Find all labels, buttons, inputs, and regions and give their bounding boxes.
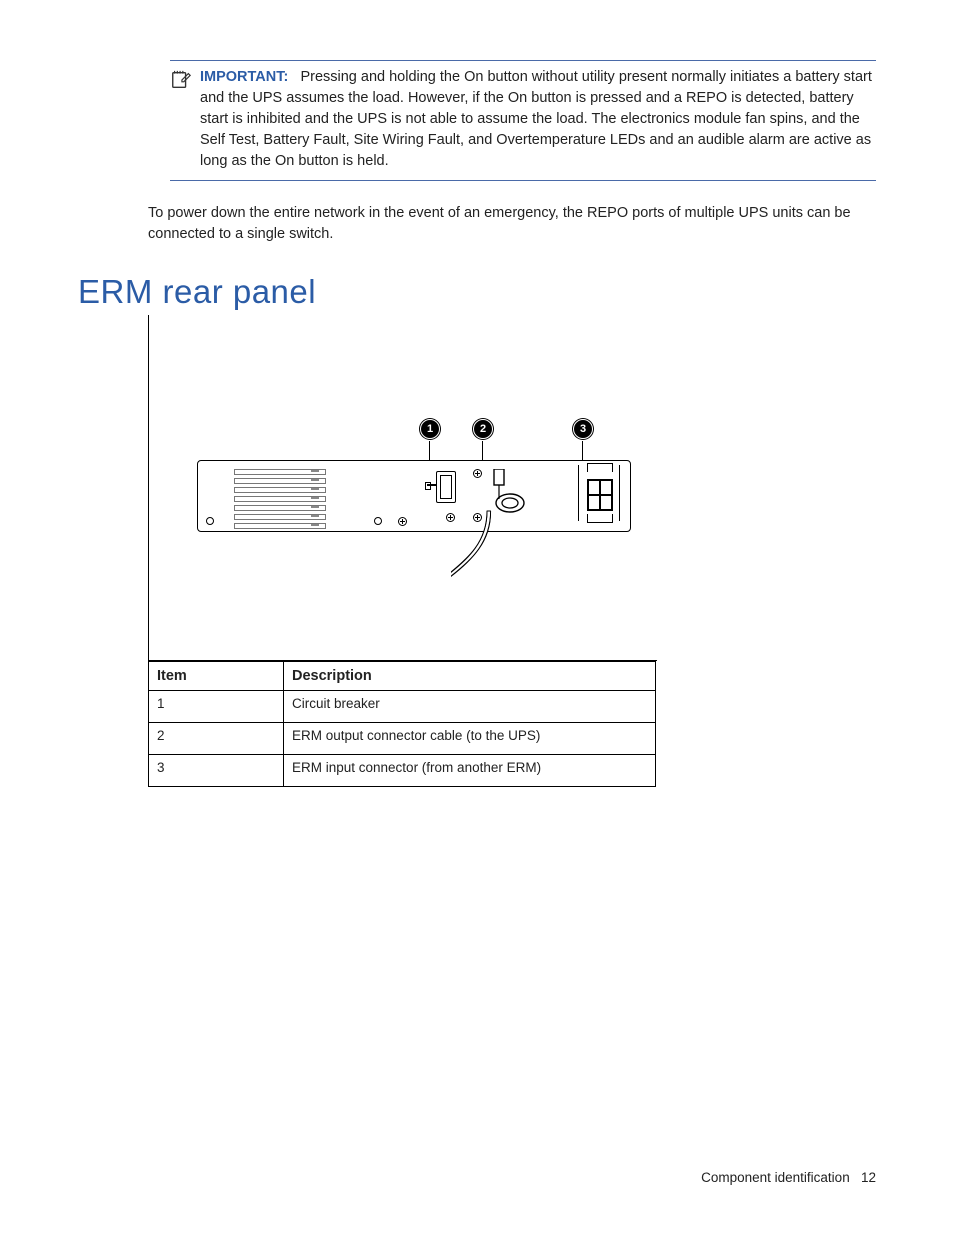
page-footer: Component identification 12 — [701, 1170, 876, 1185]
screw-icon — [473, 513, 482, 522]
table-cell-item: 1 — [149, 691, 284, 723]
section-heading: ERM rear panel — [78, 273, 876, 311]
table-cell-desc: ERM input connector (from another ERM) — [284, 755, 656, 787]
footer-page-number: 12 — [861, 1170, 876, 1185]
erm-rear-panel-figure: 1 2 3 — [148, 315, 657, 661]
erm-chassis — [197, 460, 631, 532]
page: IMPORTANT: Pressing and holding the On b… — [0, 0, 954, 1235]
table-row: 3 ERM input connector (from another ERM) — [149, 755, 656, 787]
table-row: 2 ERM output connector cable (to the UPS… — [149, 723, 656, 755]
table-cell-item: 3 — [149, 755, 284, 787]
footer-section: Component identification — [701, 1170, 850, 1185]
erm-input-connector — [578, 465, 620, 521]
table-row: 1 Circuit breaker — [149, 691, 656, 723]
table-header-item: Item — [149, 662, 284, 691]
screw-icon — [398, 517, 407, 526]
body-paragraph: To power down the entire network in the … — [148, 203, 876, 245]
table-header-row: Item Description — [149, 662, 656, 691]
table-cell-desc: ERM output connector cable (to the UPS) — [284, 723, 656, 755]
table-cell-desc: Circuit breaker — [284, 691, 656, 723]
figure-marker-1: 1 — [420, 419, 440, 439]
figure-marker-3: 3 — [573, 419, 593, 439]
erm-output-connector — [492, 469, 536, 524]
figure-marker-2: 2 — [473, 419, 493, 439]
notepad-icon — [170, 67, 200, 96]
important-text: IMPORTANT: Pressing and holding the On b… — [200, 67, 876, 172]
circuit-breaker — [436, 471, 456, 503]
important-label: IMPORTANT: — [200, 69, 288, 85]
screw-icon — [473, 469, 482, 478]
important-body: Pressing and holding the On button witho… — [200, 69, 872, 169]
table-cell-item: 2 — [149, 723, 284, 755]
table-header-description: Description — [284, 662, 656, 691]
screw-icon — [446, 513, 455, 522]
vent-grille — [234, 469, 326, 515]
important-callout: IMPORTANT: Pressing and holding the On b… — [170, 60, 876, 181]
figure-container: 1 2 3 — [148, 315, 876, 787]
parts-table: Item Description 1 Circuit breaker 2 ERM… — [148, 661, 656, 787]
